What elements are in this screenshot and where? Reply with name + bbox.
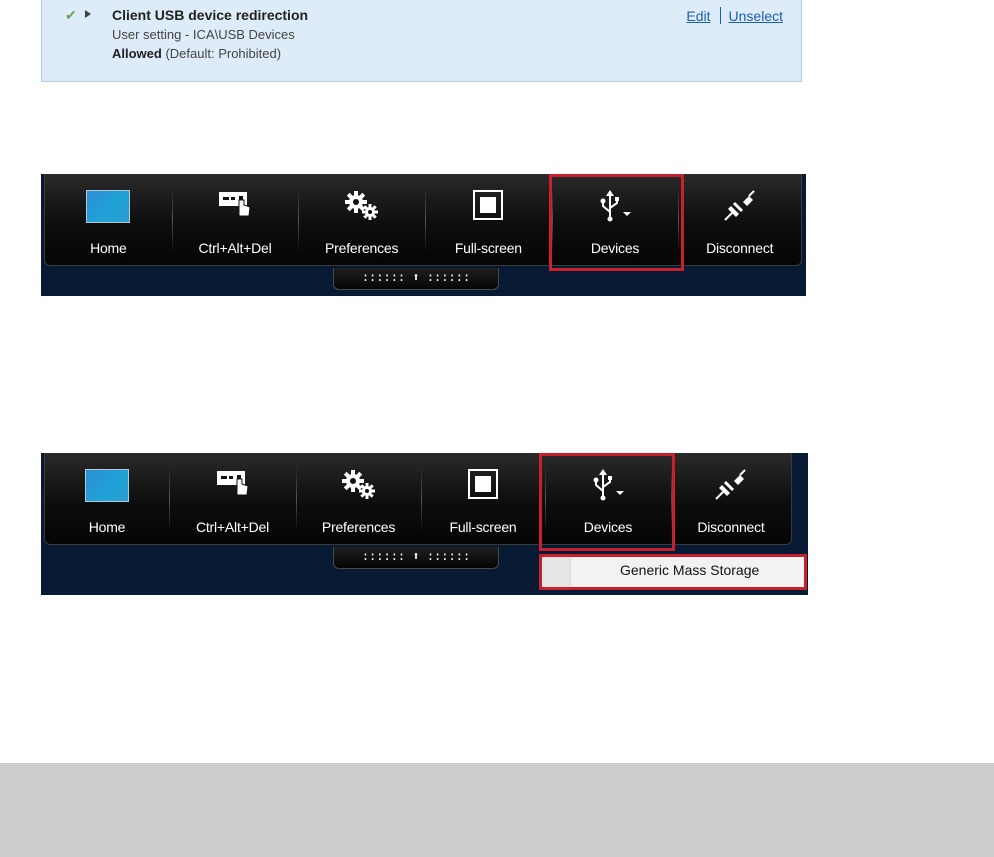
- toolbar-handle[interactable]: :::::: ⬆ ::::::: [333, 547, 499, 569]
- menu-gutter: [542, 557, 571, 587]
- citrix-toolbar: Home Ctrl+Alt+Del Preferences Full-scree…: [44, 453, 792, 545]
- disconnect-label: Disconnect: [697, 519, 765, 535]
- footer-band: [0, 763, 994, 857]
- policy-subtitle: User setting - ICA\USB Devices: [112, 27, 295, 42]
- gears-icon: [341, 470, 375, 499]
- preferences-button[interactable]: Preferences: [298, 174, 425, 266]
- toolbar-screenshot-1: Home Ctrl+Alt+Del Preferences Full-scree…: [41, 174, 806, 296]
- preferences-label: Preferences: [325, 240, 399, 256]
- devices-dropdown-menu: Generic Mass Storage: [539, 554, 807, 590]
- plug-icon: [715, 469, 746, 500]
- toolbar-screenshot-2: Home Ctrl+Alt+Del Preferences Full-scree…: [41, 453, 808, 595]
- devices-highlight: [549, 174, 684, 271]
- policy-state-default: (Default: Prohibited): [161, 46, 282, 61]
- fullscreen-icon: [473, 190, 504, 220]
- home-button[interactable]: Home: [45, 453, 169, 545]
- home-icon: [86, 190, 131, 223]
- devices-highlight: [539, 453, 675, 551]
- disconnect-button[interactable]: Disconnect: [671, 453, 791, 545]
- gears-icon: [344, 191, 378, 220]
- ctrl-alt-del-icon: [216, 471, 249, 496]
- full-screen-label: Full-screen: [454, 240, 522, 256]
- menu-item-generic-mass-storage[interactable]: Generic Mass Storage: [620, 562, 759, 578]
- disconnect-button[interactable]: Disconnect: [678, 174, 801, 266]
- full-screen-button[interactable]: Full-screen: [421, 453, 545, 545]
- ctrl-alt-del-label: Ctrl+Alt+Del: [195, 519, 270, 535]
- citrix-toolbar: Home Ctrl+Alt+Del Preferences Full-scree…: [44, 174, 802, 266]
- toolbar-handle[interactable]: :::::: ⬆ ::::::: [333, 268, 499, 290]
- full-screen-label: Full-screen: [449, 519, 517, 535]
- checkmark-icon: ✔: [65, 7, 77, 23]
- policy-setting-row[interactable]: ✔ Client USB device redirection User set…: [41, 0, 802, 82]
- ctrl-alt-del-label: Ctrl+Alt+Del: [198, 240, 272, 256]
- unselect-link[interactable]: Unselect: [729, 8, 783, 24]
- plug-icon: [723, 190, 755, 221]
- policy-state-value: Allowed: [112, 46, 162, 61]
- home-label: Home: [88, 519, 126, 535]
- ctrl-alt-del-button[interactable]: Ctrl+Alt+Del: [169, 453, 296, 545]
- preferences-label: Preferences: [321, 519, 396, 535]
- home-button[interactable]: Home: [45, 174, 172, 266]
- ctrl-alt-del-button[interactable]: Ctrl+Alt+Del: [171, 174, 299, 266]
- link-divider: [719, 7, 721, 24]
- fullscreen-icon: [468, 469, 498, 499]
- edit-link[interactable]: Edit: [686, 8, 710, 24]
- policy-title: Client USB device redirection: [112, 7, 309, 23]
- disconnect-label: Disconnect: [706, 240, 774, 256]
- full-screen-button[interactable]: Full-screen: [425, 174, 552, 266]
- home-label: Home: [90, 240, 127, 256]
- preferences-button[interactable]: Preferences: [296, 453, 421, 545]
- expand-arrow-icon[interactable]: [85, 10, 91, 18]
- ctrl-alt-del-icon: [219, 192, 251, 217]
- policy-actions: Edit Unselect: [686, 7, 783, 24]
- home-icon: [85, 469, 129, 502]
- policy-state: Allowed (Default: Prohibited): [112, 46, 281, 61]
